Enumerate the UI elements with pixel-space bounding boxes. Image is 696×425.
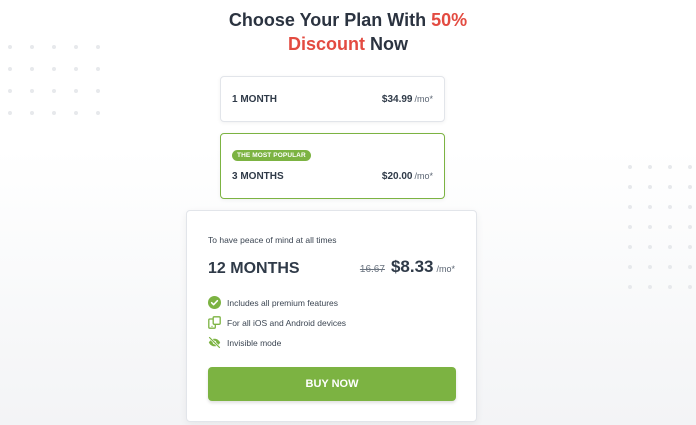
decorative-dot	[688, 245, 692, 249]
decorative-dot	[52, 89, 56, 93]
decorative-dot	[668, 185, 672, 189]
plan-name: 12 MONTHS	[208, 260, 300, 277]
plan-name: 3 MONTHS	[232, 171, 284, 182]
decorative-dot	[628, 185, 632, 189]
feature-item: Includes all premium features	[208, 296, 338, 309]
old-price: 16.67	[359, 264, 385, 275]
decorative-dot	[96, 89, 100, 93]
decorative-dot	[628, 285, 632, 289]
decorative-dot	[8, 111, 12, 115]
decorative-dot	[688, 165, 692, 169]
decorative-dots-left	[0, 45, 110, 135]
decorative-dot	[52, 111, 56, 115]
feature-label: For all iOS and Android devices	[227, 317, 347, 328]
decorative-dot	[688, 285, 692, 289]
plan-name: 1 MONTH	[232, 94, 277, 105]
decorative-dots-right	[620, 165, 696, 305]
plan-price-value: $8.33	[390, 257, 434, 276]
decorative-dot	[648, 245, 652, 249]
feature-label: Invisible mode	[227, 337, 282, 348]
decorative-dot	[8, 89, 12, 93]
decorative-dot	[688, 265, 692, 269]
plan-price: $20.00/mo*	[382, 171, 433, 182]
decorative-dot	[648, 205, 652, 209]
decorative-dot	[648, 285, 652, 289]
decorative-dot	[628, 225, 632, 229]
feature-item: For all iOS and Android devices	[208, 316, 346, 329]
decorative-dot	[30, 89, 34, 93]
decorative-dot	[648, 225, 652, 229]
feature-label: Includes all premium features	[227, 297, 339, 308]
decorative-dot	[648, 165, 652, 169]
plan-price-value: $34.99	[381, 94, 413, 105]
decorative-dot	[668, 245, 672, 249]
decorative-dot	[628, 165, 632, 169]
decorative-dot	[668, 265, 672, 269]
plan-option-3-months[interactable]: THE MOST POPULAR 3 MONTHS $20.00/mo*	[220, 133, 445, 199]
decorative-dot	[52, 67, 56, 71]
buy-now-button[interactable]: BUY NOW	[208, 367, 456, 401]
plan-price-value: $20.00	[381, 171, 413, 182]
decorative-dot	[74, 111, 78, 115]
decorative-dot	[648, 265, 652, 269]
decorative-dot	[628, 265, 632, 269]
plan-price-unit: /mo*	[414, 94, 433, 104]
decorative-dot	[30, 111, 34, 115]
decorative-dot	[668, 285, 672, 289]
plan-price-unit: /mo*	[436, 264, 455, 274]
title-discount-percent: 50%	[431, 10, 468, 30]
most-popular-badge: THE MOST POPULAR	[232, 150, 311, 161]
decorative-dot	[688, 225, 692, 229]
decorative-dot	[648, 185, 652, 189]
decorative-dot	[96, 67, 100, 71]
plan-price-unit: /mo*	[414, 171, 433, 181]
decorative-dot	[8, 67, 12, 71]
check-circle-icon	[208, 296, 221, 309]
plan-tagline: To have peace of mind at all times	[208, 235, 337, 245]
decorative-dot	[668, 225, 672, 229]
decorative-dot	[96, 111, 100, 115]
title-line2: Now	[365, 34, 408, 54]
plan-price: $34.99/mo*	[382, 94, 433, 105]
title-discount-word: Discount	[287, 34, 365, 54]
title-line1: Choose Your Plan With	[228, 10, 432, 30]
decorative-dot	[74, 67, 78, 71]
decorative-dot	[688, 185, 692, 189]
feature-item: Invisible mode	[208, 336, 281, 349]
decorative-dot	[688, 205, 692, 209]
devices-icon	[208, 316, 221, 329]
decorative-dot	[628, 245, 632, 249]
decorative-dot	[628, 205, 632, 209]
decorative-dot	[668, 205, 672, 209]
decorative-dot	[74, 89, 78, 93]
page-title: Choose Your Plan With 50% Discount Now	[0, 8, 696, 56]
plan-card-12-months[interactable]: To have peace of mind at all times 12 MO…	[186, 210, 477, 422]
decorative-dot	[30, 67, 34, 71]
eye-off-icon	[208, 336, 221, 349]
decorative-dot	[668, 165, 672, 169]
plan-option-1-month[interactable]: 1 MONTH $34.99/mo*	[220, 76, 445, 122]
plan-price: 16.67 $8.33 /mo*	[360, 257, 455, 277]
